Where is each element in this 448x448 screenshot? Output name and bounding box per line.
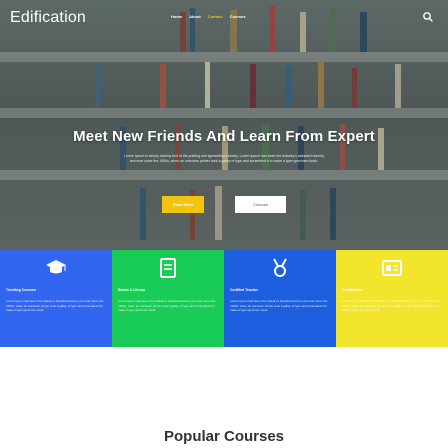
graduation-cap-icon	[46, 260, 66, 274]
brand-logo[interactable]: Edification	[10, 9, 86, 27]
popular-courses-heading: Popular Courses	[163, 428, 285, 445]
hero-overlay	[0, 0, 448, 250]
nav-courses[interactable]: Courses	[230, 14, 246, 19]
card-title: Books & Library	[118, 288, 146, 292]
book-icon	[160, 258, 176, 278]
courses-button[interactable]: Courses	[235, 196, 286, 213]
card-title: Trending Courses	[6, 288, 36, 292]
card-text: Lorem Ipsum has been the industry's stan…	[6, 299, 104, 313]
card-text: Lorem Ipsum has been the industry's stan…	[118, 299, 216, 313]
nav-contact[interactable]: Contact	[208, 14, 223, 19]
search-icon[interactable]	[421, 10, 435, 24]
nav-about[interactable]: About	[189, 14, 201, 19]
main-nav: Home About Contact Courses	[171, 14, 246, 19]
card-trending-courses[interactable]: Trending Courses Lorem Ipsum has been th…	[0, 250, 112, 347]
hero-banner: Edification Home About Contact Courses M…	[0, 0, 448, 250]
card-title: Certified Teacher	[230, 288, 259, 292]
hero-title: Meet New Friends And Learn From Expert	[73, 128, 375, 145]
certificate-icon	[273, 258, 287, 277]
nav-home[interactable]: Home	[171, 14, 182, 19]
read-more-button[interactable]: Read More	[162, 196, 204, 213]
feature-cards: Trending Courses Lorem Ipsum has been th…	[0, 250, 448, 347]
card-text: Lorem Ipsum has been the industry's stan…	[342, 299, 440, 313]
card-certification[interactable]: Certification Lorem Ipsum has been the i…	[336, 250, 448, 347]
id-card-icon	[382, 260, 402, 276]
card-books-library[interactable]: Books & Library Lorem Ipsum has been the…	[112, 250, 224, 347]
card-certified-teacher[interactable]: Certified Teacher Lorem Ipsum has been t…	[224, 250, 336, 347]
card-title: Certification	[342, 288, 363, 292]
card-text: Lorem Ipsum has been the industry's stan…	[230, 299, 328, 313]
hero-description: Lorem Ipsum is simply dummy text of the …	[124, 154, 325, 163]
